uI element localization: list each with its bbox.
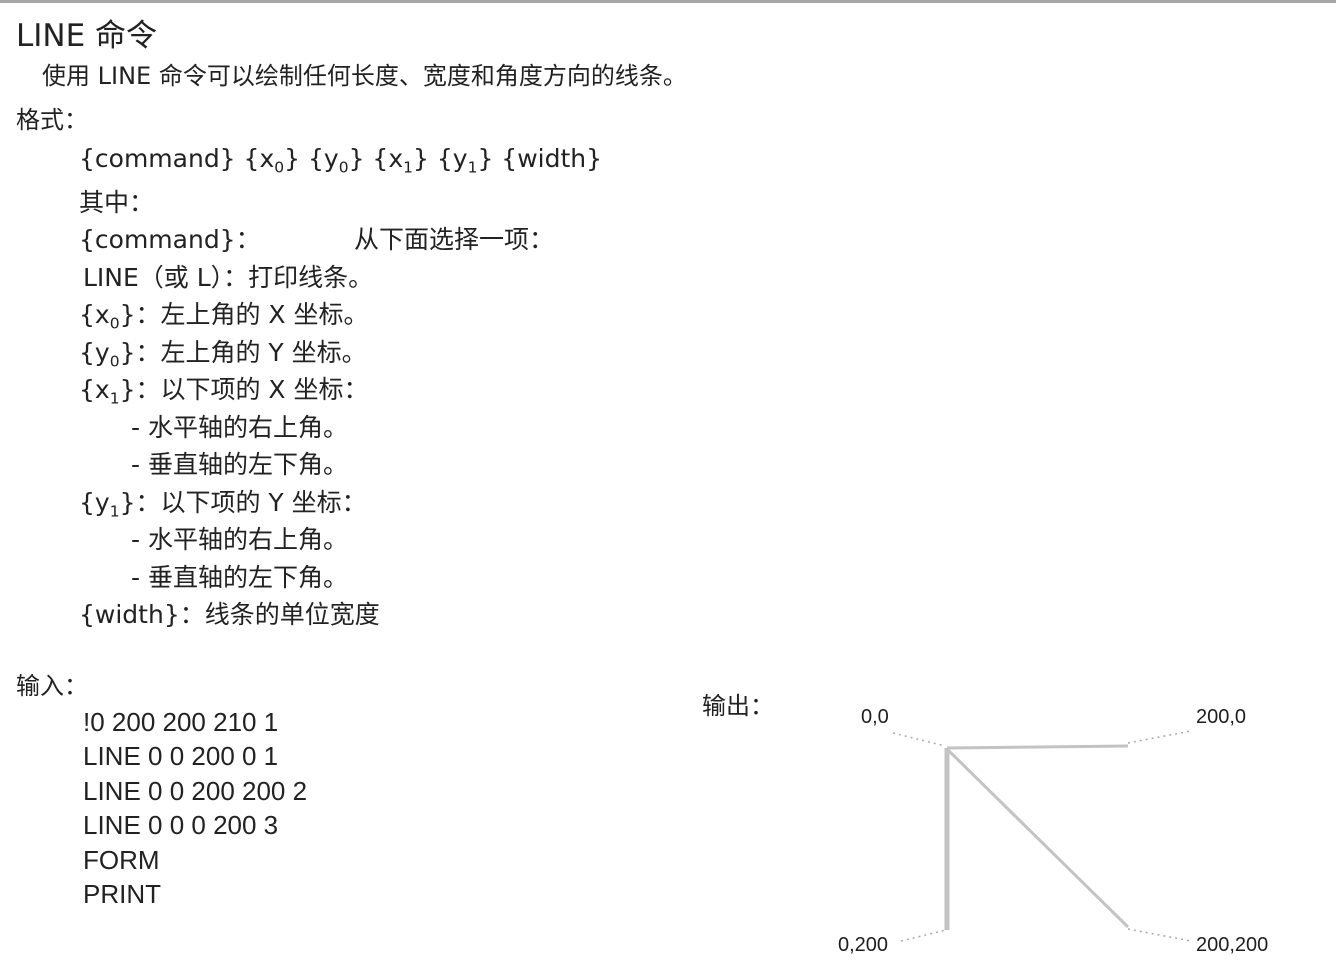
leader-lines — [892, 730, 1192, 942]
leader-bottom-left — [900, 929, 947, 942]
corner-label-top-right: 200,0 — [1196, 706, 1247, 728]
corner-label-top-left: 0,0 — [861, 706, 889, 728]
line-horizontal — [946, 744, 1129, 750]
leader-top-right — [1127, 730, 1192, 744]
line-diagonal — [945, 747, 1130, 929]
corner-label-bottom-left: 0,200 — [838, 934, 889, 956]
leader-top-left — [892, 732, 946, 747]
leader-bottom-right — [1127, 928, 1192, 942]
output-diagram — [892, 730, 1192, 942]
corner-label-bottom-right: 200,200 — [1196, 934, 1269, 956]
